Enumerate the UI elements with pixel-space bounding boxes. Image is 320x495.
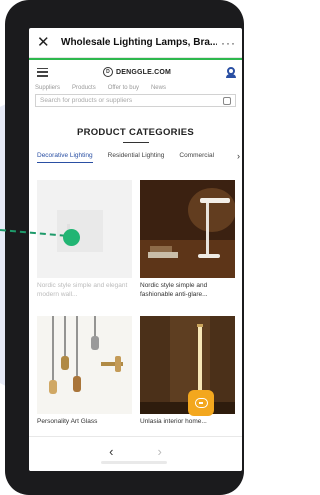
product-title: Unlasia interior home... (140, 418, 207, 425)
product-image-pendant-lamps (37, 316, 132, 414)
product-title: Nordic style simple and fashionable anti… (140, 282, 208, 298)
top-tabs: Suppliers Products Offer to buy News (29, 84, 242, 94)
close-icon[interactable]: ✕ (37, 35, 53, 50)
product-title: Nordic style simple and elegant modern w… (37, 282, 128, 298)
search-placeholder: Search for products or suppliers (40, 97, 133, 104)
tab-decorative-lighting[interactable]: Decorative Lighting (37, 152, 93, 163)
logo-icon: D (102, 67, 113, 77)
product-card[interactable]: Personality Art Glass (37, 316, 132, 444)
product-card[interactable]: Nordic style simple and elegant modern w… (37, 180, 132, 308)
browser-bottom-nav: ‹ › (29, 436, 242, 471)
back-icon[interactable]: ‹ (109, 444, 113, 471)
search-input[interactable]: Search for products or suppliers (35, 94, 236, 107)
more-icon[interactable]: ··· (221, 36, 236, 50)
forward-icon[interactable]: › (158, 444, 162, 471)
product-title: Personality Art Glass (37, 418, 98, 425)
chat-button[interactable] (188, 390, 214, 416)
top-tab[interactable]: Offer to buy (108, 84, 139, 94)
product-card[interactable]: Nordic style simple and fashionable anti… (140, 180, 235, 308)
chat-icon (194, 398, 208, 408)
search-bar: Search for products or suppliers (29, 94, 242, 107)
menu-icon[interactable] (37, 67, 48, 77)
site-logo[interactable]: D DENGGLE.COM (48, 67, 226, 77)
phone-frame: ✕ Wholesale Lighting Lamps, Bra... ··· D… (5, 0, 244, 495)
user-icon[interactable] (226, 66, 236, 78)
tab-commercial[interactable]: Commercial (179, 152, 214, 162)
category-tabs: Decorative Lighting Residential Lighting… (29, 152, 242, 168)
product-image-desk-lamp (140, 180, 235, 278)
chevron-right-icon[interactable]: › (235, 152, 240, 161)
section-title: PRODUCT CATEGORIES (76, 127, 195, 138)
site-header: D DENGGLE.COM (29, 60, 242, 84)
top-tab[interactable]: Suppliers (35, 84, 60, 94)
top-tab[interactable]: News (151, 84, 166, 94)
logo-text: DENGGLE.COM (115, 68, 172, 76)
page-title: Wholesale Lighting Lamps, Bra... (61, 37, 217, 48)
tab-residential-lighting[interactable]: Residential Lighting (108, 152, 165, 162)
section-title-underline (122, 142, 149, 143)
product-image-wall-lamp (37, 180, 132, 278)
search-icon[interactable] (223, 96, 231, 105)
browser-titlebar: ✕ Wholesale Lighting Lamps, Bra... ··· (29, 28, 242, 58)
stage: ✕ Wholesale Lighting Lamps, Bra... ··· D… (0, 0, 244, 495)
pointer-dot (63, 229, 80, 246)
home-indicator[interactable] (101, 461, 167, 464)
top-tab[interactable]: Products (72, 84, 96, 94)
product-card[interactable]: Unlasia interior home... (140, 316, 235, 444)
